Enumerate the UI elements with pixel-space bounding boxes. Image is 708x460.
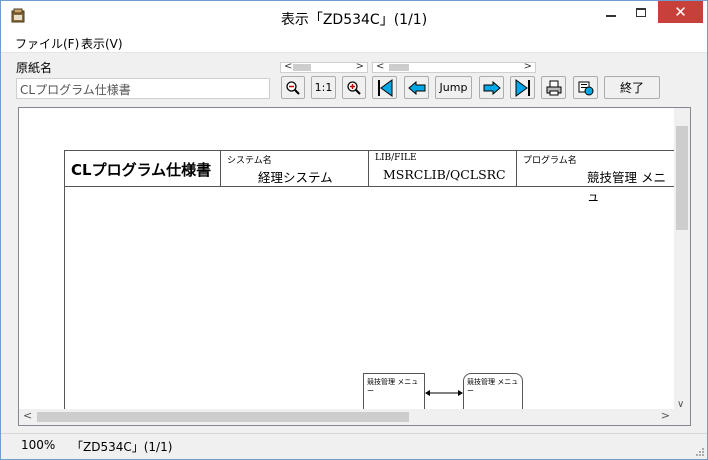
flow-box-display: 競技管理 メニュー [463, 373, 523, 413]
system-value: 経理システム [258, 170, 333, 185]
scroll-left-icon[interactable]: < [376, 61, 384, 72]
viewer-window: 表示「ZD534C」(1/1) ✕ ファイル(F) 表示(V) 原紙名 CLプロ… [0, 0, 708, 460]
scroll-corner [674, 409, 690, 425]
lib-label: LIB/FILE [375, 153, 417, 163]
settings-button[interactable] [573, 76, 598, 99]
doc-title: CLプログラム仕様書 [71, 161, 212, 179]
resize-grip-icon[interactable] [694, 446, 704, 456]
form-name-field[interactable]: CLプログラム仕様書 [16, 78, 270, 99]
scroll-right-icon[interactable]: > [356, 61, 364, 72]
first-page-icon [377, 78, 392, 97]
status-bar: 100% 「ZD534C」(1/1) [1, 433, 707, 459]
maximize-icon [636, 8, 646, 17]
prev-page-button[interactable] [404, 76, 429, 99]
minimize-button[interactable] [596, 1, 626, 23]
bidirectional-arrow-icon [425, 390, 463, 396]
form-name-label: 原紙名 [16, 61, 53, 75]
zoom-out-icon [286, 80, 300, 95]
flow-box-label: 競技管理 メニュー [467, 378, 519, 395]
menu-bar: ファイル(F) 表示(V) [1, 33, 707, 53]
exit-button[interactable]: 終了 [604, 76, 660, 99]
system-label: システム名 [227, 156, 272, 166]
menu-view[interactable]: 表示(V) [81, 35, 123, 52]
status-zoom: 100% [21, 438, 56, 452]
program-value: 競技管理 メニュ [587, 170, 666, 204]
jump-button[interactable]: Jump [435, 76, 472, 99]
scroll-right-icon[interactable]: > [524, 61, 532, 72]
minimize-icon [606, 15, 616, 17]
program-cell: プログラム名 競技管理 メニュ [517, 151, 677, 204]
zoom-reset-button[interactable]: 1:1 [311, 76, 336, 99]
horizontal-scrollbar[interactable]: < > [19, 409, 674, 425]
close-button[interactable]: ✕ [658, 1, 703, 23]
print-button[interactable] [541, 76, 566, 99]
zoom-out-button[interactable] [281, 76, 305, 99]
spec-page: CLプログラム仕様書 システム名 経理システム LIB/FILE MSRCLIB… [64, 150, 677, 413]
zoom-in-button[interactable] [342, 76, 366, 99]
prev-arrow-icon [407, 80, 425, 95]
horizontal-scroll-thumb[interactable] [37, 412, 409, 422]
page-scrollbar[interactable]: < > [372, 61, 536, 73]
flow-box-label: 競技管理 メニュー [367, 378, 419, 395]
next-arrow-icon [483, 80, 501, 95]
scroll-left-icon[interactable]: < [284, 61, 292, 72]
scroll-right-icon[interactable]: > [661, 409, 670, 422]
print-settings-icon [578, 81, 593, 95]
first-page-button[interactable] [372, 76, 397, 99]
title-bar: 表示「ZD534C」(1/1) ✕ [1, 1, 707, 33]
lib-cell: LIB/FILE MSRCLIB/QCLSRC [369, 151, 517, 187]
printer-icon [546, 80, 561, 95]
menu-file[interactable]: ファイル(F) [15, 35, 79, 52]
system-cell: システム名 経理システム [221, 151, 369, 187]
spec-header: CLプログラム仕様書 システム名 経理システム LIB/FILE MSRCLIB… [65, 151, 677, 204]
close-icon: ✕ [674, 3, 687, 21]
scrollbar-thumb[interactable] [389, 64, 409, 71]
zoom-in-icon [347, 80, 361, 95]
doc-title-cell: CLプログラム仕様書 [65, 151, 221, 187]
program-label: プログラム名 [523, 156, 577, 166]
vertical-scroll-thumb[interactable] [676, 126, 688, 230]
last-page-icon [515, 78, 530, 97]
zoom-scrollbar[interactable]: < > [280, 61, 368, 73]
document-viewport[interactable]: CLプログラム仕様書 システム名 経理システム LIB/FILE MSRCLIB… [18, 107, 691, 426]
flow-box-process: 競技管理 メニュー [363, 373, 425, 413]
scroll-left-icon[interactable]: < [23, 409, 32, 422]
vertical-scrollbar[interactable]: ∨ [674, 108, 690, 410]
scrollbar-thumb[interactable] [293, 64, 311, 71]
maximize-button[interactable] [626, 1, 656, 23]
status-page: 「ZD534C」(1/1) [71, 440, 173, 454]
next-page-button[interactable] [479, 76, 504, 99]
lib-value: MSRCLIB/QCLSRC [383, 167, 506, 182]
last-page-button[interactable] [510, 76, 535, 99]
